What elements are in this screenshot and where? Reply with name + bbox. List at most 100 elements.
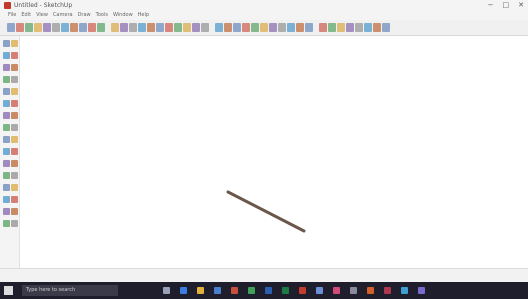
extension-icon[interactable]	[382, 23, 390, 32]
push-pull-icon[interactable]	[129, 23, 137, 32]
app-icon-3[interactable]	[401, 287, 408, 294]
copy-icon[interactable]	[43, 23, 51, 32]
look-around-icon[interactable]	[3, 220, 10, 227]
paste-icon[interactable]	[52, 23, 60, 32]
rectangle-icon[interactable]	[3, 76, 10, 83]
protractor-icon[interactable]	[3, 160, 10, 167]
circle-icon[interactable]	[3, 88, 10, 95]
3d-text-icon[interactable]	[11, 172, 18, 179]
walk-icon[interactable]	[11, 208, 18, 215]
wireframe-icon[interactable]	[328, 23, 336, 32]
arc-icon[interactable]	[3, 100, 10, 107]
zoom-extents-icon[interactable]	[11, 196, 18, 203]
menu-help[interactable]: Help	[138, 11, 149, 20]
line-segment[interactable]	[226, 190, 306, 233]
maximize-button[interactable]: □	[503, 1, 510, 10]
offset-icon[interactable]	[165, 23, 173, 32]
menu-file[interactable]: File	[8, 11, 16, 20]
menu-view[interactable]: View	[36, 11, 48, 20]
back-view-icon[interactable]	[296, 23, 304, 32]
excel-icon[interactable]	[282, 287, 289, 294]
chrome-icon[interactable]	[248, 287, 255, 294]
textured-icon[interactable]	[355, 23, 363, 32]
follow-me-icon[interactable]	[11, 124, 18, 131]
right-view-icon[interactable]	[287, 23, 295, 32]
drawing-canvas[interactable]	[20, 36, 528, 268]
move-icon[interactable]	[3, 112, 10, 119]
scale-icon[interactable]	[156, 23, 164, 32]
iso-view-icon[interactable]	[260, 23, 268, 32]
scale-icon[interactable]	[3, 136, 10, 143]
rotated-rectangle-icon[interactable]	[11, 76, 18, 83]
app-icon[interactable]	[367, 287, 374, 294]
media-icon[interactable]	[333, 287, 340, 294]
paint-icon[interactable]	[120, 23, 128, 32]
monochrome-icon[interactable]	[364, 23, 372, 32]
app-icon-2[interactable]	[384, 287, 391, 294]
xray-icon[interactable]	[319, 23, 327, 32]
start-button[interactable]	[4, 286, 13, 295]
dimension-icon[interactable]	[201, 23, 209, 32]
tape-measure-icon[interactable]	[3, 148, 10, 155]
paint-bucket-icon[interactable]	[3, 52, 10, 59]
zoom-icon[interactable]	[3, 196, 10, 203]
text-icon[interactable]	[11, 160, 18, 167]
minimize-button[interactable]: −	[488, 1, 494, 10]
push-pull-icon[interactable]	[11, 112, 18, 119]
word-icon[interactable]	[265, 287, 272, 294]
photos-icon[interactable]	[316, 287, 323, 294]
component-icon[interactable]	[11, 40, 18, 47]
polygon-icon[interactable]	[11, 88, 18, 95]
task-view-icon[interactable]	[163, 287, 170, 294]
menu-edit[interactable]: Edit	[21, 11, 31, 20]
dimension-icon[interactable]	[11, 148, 18, 155]
open-icon[interactable]	[16, 23, 24, 32]
close-button[interactable]: ✕	[518, 1, 524, 10]
axes-icon[interactable]	[3, 172, 10, 179]
front-view-icon[interactable]	[278, 23, 286, 32]
move-icon[interactable]	[138, 23, 146, 32]
mail-icon[interactable]	[231, 287, 238, 294]
warehouse-icon[interactable]	[373, 23, 381, 32]
top-view-icon[interactable]	[269, 23, 277, 32]
select-icon[interactable]	[3, 40, 10, 47]
pan-icon[interactable]	[224, 23, 232, 32]
zoom-extents-icon[interactable]	[251, 23, 259, 32]
menu-draw[interactable]: Draw	[78, 11, 91, 20]
offset-icon[interactable]	[11, 136, 18, 143]
tape-icon[interactable]	[174, 23, 182, 32]
sketchup-icon[interactable]	[299, 287, 306, 294]
menu-camera[interactable]: Camera	[53, 11, 73, 20]
settings-icon[interactable]	[350, 287, 357, 294]
line-icon[interactable]	[3, 64, 10, 71]
orbit-icon[interactable]	[3, 184, 10, 191]
eraser-icon[interactable]	[11, 52, 18, 59]
axes-icon[interactable]	[192, 23, 200, 32]
text-icon[interactable]	[183, 23, 191, 32]
pie-icon[interactable]	[11, 100, 18, 107]
save-icon[interactable]	[25, 23, 33, 32]
file-explorer-icon[interactable]	[197, 287, 204, 294]
model-info-icon[interactable]	[97, 23, 105, 32]
left-view-icon[interactable]	[305, 23, 313, 32]
menu-window[interactable]: Window	[113, 11, 133, 20]
freehand-icon[interactable]	[11, 64, 18, 71]
app-icon-4[interactable]	[418, 287, 425, 294]
taskbar-search-box[interactable]: Type here to search	[22, 285, 118, 296]
edge-icon[interactable]	[180, 287, 187, 294]
zoom-icon[interactable]	[233, 23, 241, 32]
shaded-icon[interactable]	[346, 23, 354, 32]
rotate-icon[interactable]	[147, 23, 155, 32]
menu-tools[interactable]: Tools	[96, 11, 108, 20]
orbit-icon[interactable]	[215, 23, 223, 32]
store-icon[interactable]	[214, 287, 221, 294]
position-camera-icon[interactable]	[3, 208, 10, 215]
zoom-window-icon[interactable]	[242, 23, 250, 32]
pan-icon[interactable]	[11, 184, 18, 191]
print-icon[interactable]	[88, 23, 96, 32]
rotate-icon[interactable]	[3, 124, 10, 131]
cut-icon[interactable]	[34, 23, 42, 32]
new-icon[interactable]	[7, 23, 15, 32]
undo-icon[interactable]	[70, 23, 78, 32]
section-plane-icon[interactable]	[11, 220, 18, 227]
